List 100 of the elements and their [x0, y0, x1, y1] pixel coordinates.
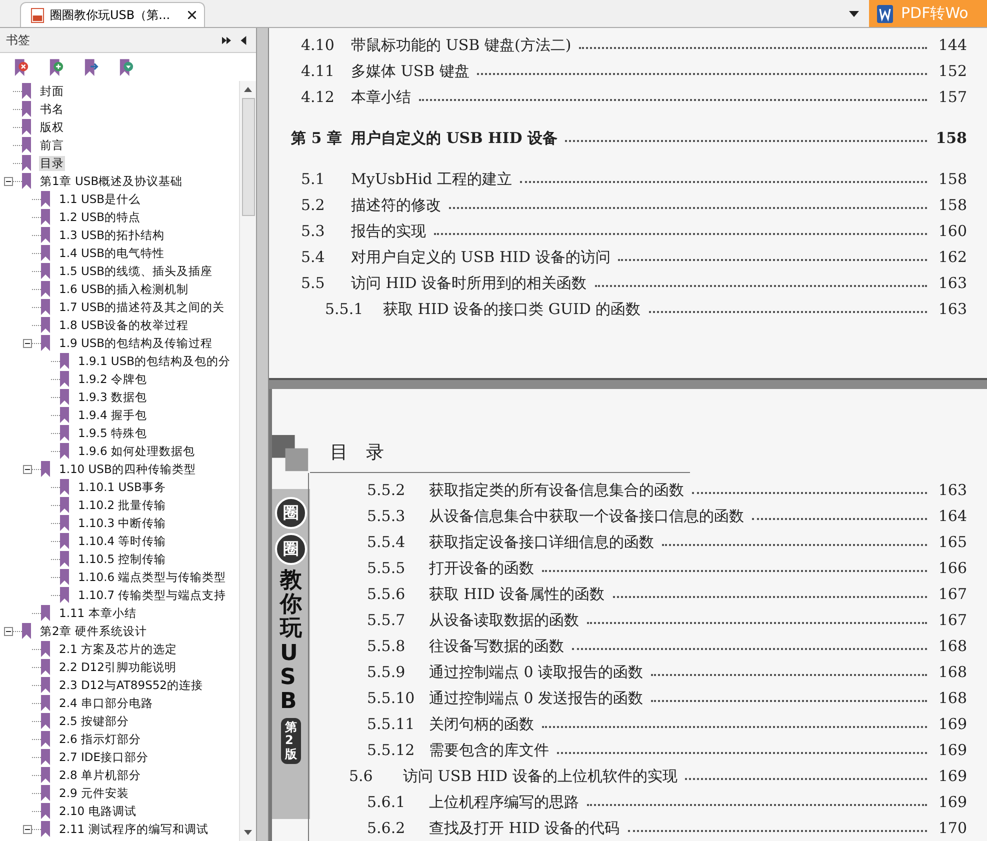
bookmark-item[interactable]: 1.10.1 USB事务 [77, 480, 167, 494]
entry-number: 5.5.7 [366, 611, 406, 629]
bookmark-item[interactable]: 2.1 方案及芯片的选定 [58, 642, 178, 656]
squares-icon [272, 435, 310, 473]
bookmark-item[interactable]: 1.10.3 中断传输 [77, 516, 168, 530]
bookmark-item[interactable]: 第2章 硬件系统设计 [39, 624, 148, 638]
bookmark-item[interactable]: 书名 [39, 102, 65, 116]
bookmark-item[interactable]: 1.9.3 数据包 [77, 390, 148, 404]
document-tab[interactable]: 圈圈教你玩USB（第... [20, 2, 206, 27]
bookmark-item[interactable]: 1.4 USB的电气特性 [58, 246, 166, 260]
entry-title: 获取指定类的所有设备信息集合的函数 [429, 480, 685, 500]
entry-title: 访问 USB HID 设备的上位机软件的实现 [403, 766, 678, 786]
bookmark-item[interactable]: 1.10.4 等时传输 [77, 534, 168, 548]
dropdown-caret-icon[interactable] [849, 11, 859, 17]
collapse-toggle[interactable] [23, 824, 32, 834]
entry-number: 5.5.12 [366, 741, 416, 759]
scrollbar[interactable] [239, 81, 256, 841]
bookmark-item[interactable]: 2.8 单片机部分 [58, 768, 142, 782]
bookmark-item[interactable]: 2.9 元件安装 [58, 786, 130, 800]
bookmark-icon [60, 551, 69, 567]
bookmark-item[interactable]: 1.9.5 特殊包 [77, 426, 148, 440]
entry-title: 从设备读取数据的函数 [429, 610, 580, 630]
bookmark-item[interactable]: 2.2 D12引脚功能说明 [58, 660, 178, 674]
bookmark-item[interactable]: 1.10.7 传输类型与端点支持 [77, 588, 228, 602]
bookmark-icon [60, 407, 69, 423]
bookmark-icon [60, 515, 69, 531]
page-number: 167 [937, 585, 967, 603]
bookmark-item[interactable]: 1.5 USB的线缆、插头及插座 [58, 264, 214, 278]
bookmark-item[interactable]: 目录 [39, 156, 65, 170]
entry-title: 需要包含的库文件 [429, 740, 550, 760]
bookmark-item[interactable]: 1.9.6 如何处理数据包 [77, 444, 196, 458]
bookmark-item[interactable]: 1.11 本章小结 [58, 606, 138, 620]
entry-number: 5.6.1 [366, 793, 406, 811]
bookmark-icon [41, 461, 50, 477]
bookmark-item[interactable]: 1.9 USB的包结构及传输过程 [58, 336, 214, 350]
bookmark-icon [41, 803, 50, 819]
entry-number: 5.5.1 [324, 300, 364, 318]
scrollbar-thumb[interactable] [242, 98, 254, 216]
entry-number: 5.5.10 [366, 689, 416, 707]
bookmark-item[interactable]: 1.8 USB设备的枚举过程 [58, 318, 190, 332]
collapse-toggle[interactable] [23, 464, 32, 474]
bookmark-item[interactable]: 1.10.5 控制传输 [77, 552, 168, 566]
bookmark-item[interactable]: 1.2 USB的特点 [58, 210, 142, 224]
move-bookmark-icon[interactable] [84, 58, 99, 76]
bookmark-item[interactable]: 1.3 USB的拓扑结构 [58, 228, 166, 242]
collapse-toggle[interactable] [4, 626, 13, 636]
delete-bookmark-icon[interactable] [14, 58, 29, 76]
expand-bookmark-icon[interactable] [119, 58, 134, 76]
bookmark-item[interactable]: 1.6 USB的插入检测机制 [58, 282, 190, 296]
bookmark-item[interactable]: 1.10 USB的四种传输类型 [58, 462, 197, 476]
bookmark-icon [41, 335, 50, 351]
entry-number: 5.5.4 [366, 533, 406, 551]
entry-number: 5.3 [300, 222, 326, 240]
bookmark-item[interactable]: 1.7 USB的描述符及其之间的关 [58, 300, 226, 314]
bookmark-item[interactable]: 1.1 USB是什么 [58, 192, 142, 206]
bookmark-item[interactable]: 前言 [39, 138, 65, 152]
page-header: 目 录 [310, 440, 690, 473]
bookmark-icon [60, 587, 69, 603]
entry-number: 5.4 [300, 248, 326, 266]
entry-title: 对用户自定义的 USB HID 设备的访问 [351, 248, 612, 266]
bookmark-item[interactable]: 1.9.4 握手包 [77, 408, 148, 422]
bookmark-item[interactable]: 2.4 串口部分电路 [58, 696, 154, 710]
entry-title: 获取 HID 设备的接口类 GUID 的函数 [383, 300, 642, 318]
bookmark-item[interactable]: 2.3 D12与AT89S52的连接 [58, 678, 204, 692]
entry-title: 本章小结 [351, 88, 412, 106]
bookmark-item[interactable]: 2.11 测试程序的编写和调试 [58, 822, 210, 836]
bookmark-item[interactable]: 2.5 按键部分 [58, 714, 130, 728]
bookmark-item[interactable]: 1.9.2 令牌包 [77, 372, 148, 386]
entry-title: 访问 HID 设备时所用到的相关函数 [351, 274, 588, 292]
bookmark-item[interactable]: 2.7 IDE接口部分 [58, 750, 150, 764]
bookmark-item[interactable]: 版权 [39, 120, 65, 134]
bookmark-icon [60, 533, 69, 549]
bookmark-icon [22, 119, 31, 135]
collapse-arrow-icon[interactable] [239, 36, 248, 44]
bookmark-item[interactable]: 1.10.2 批量传输 [77, 498, 168, 512]
bookmark-icon [41, 245, 50, 261]
bookmark-icon [22, 623, 31, 639]
entry-number: 4.11 [300, 62, 336, 80]
scroll-down-icon[interactable] [244, 830, 252, 835]
entry-title: MyUsbHid 工程的建立 [351, 170, 514, 188]
entry-number: 4.10 [300, 36, 336, 54]
bookmark-icon [60, 389, 69, 405]
bookmark-item[interactable]: 封面 [39, 84, 65, 98]
bookmark-item[interactable]: 1.10.6 端点类型与传输类型 [77, 570, 228, 584]
close-icon[interactable] [188, 11, 196, 19]
bookmark-item[interactable]: 1.9.1 USB的包结构及包的分 [77, 354, 232, 368]
collapse-toggle[interactable] [23, 338, 32, 348]
collapse-toggle[interactable] [4, 176, 13, 186]
add-bookmark-icon[interactable] [49, 58, 64, 76]
bookmark-item[interactable]: 第1章 USB概述及协议基础 [39, 174, 184, 188]
scroll-up-icon[interactable] [244, 87, 252, 92]
tab-title: 圈圈教你玩USB（第... [50, 6, 170, 24]
bookmark-item[interactable]: 2.6 指示灯部分 [58, 732, 142, 746]
bookmark-icon [22, 83, 31, 99]
bookmark-item[interactable]: 2.10 电路调试 [58, 804, 138, 818]
entry-title: 往设备写数据的函数 [429, 636, 565, 656]
bookmark-icon [41, 191, 50, 207]
entry-title: 打开设备的函数 [429, 558, 535, 578]
double-arrow-icon[interactable] [222, 36, 231, 44]
pdf-file-icon [31, 8, 44, 22]
